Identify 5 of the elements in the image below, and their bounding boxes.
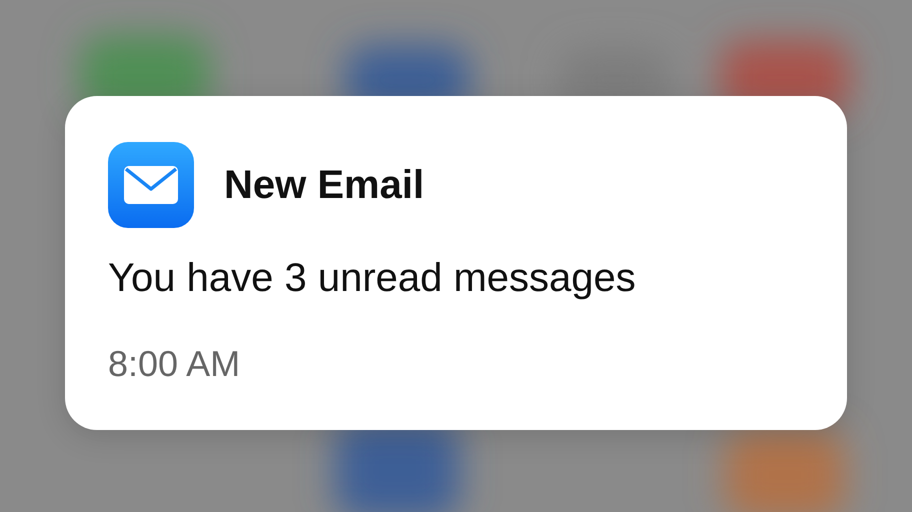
notification-title: New Email [224,162,424,208]
notification-message: You have 3 unread messages [108,256,637,301]
notification-time: 8:00 AM [108,343,242,385]
notification-card[interactable]: New Email You have 3 unread messages 8:00 AM [65,96,847,430]
mail-app-icon [108,142,194,228]
